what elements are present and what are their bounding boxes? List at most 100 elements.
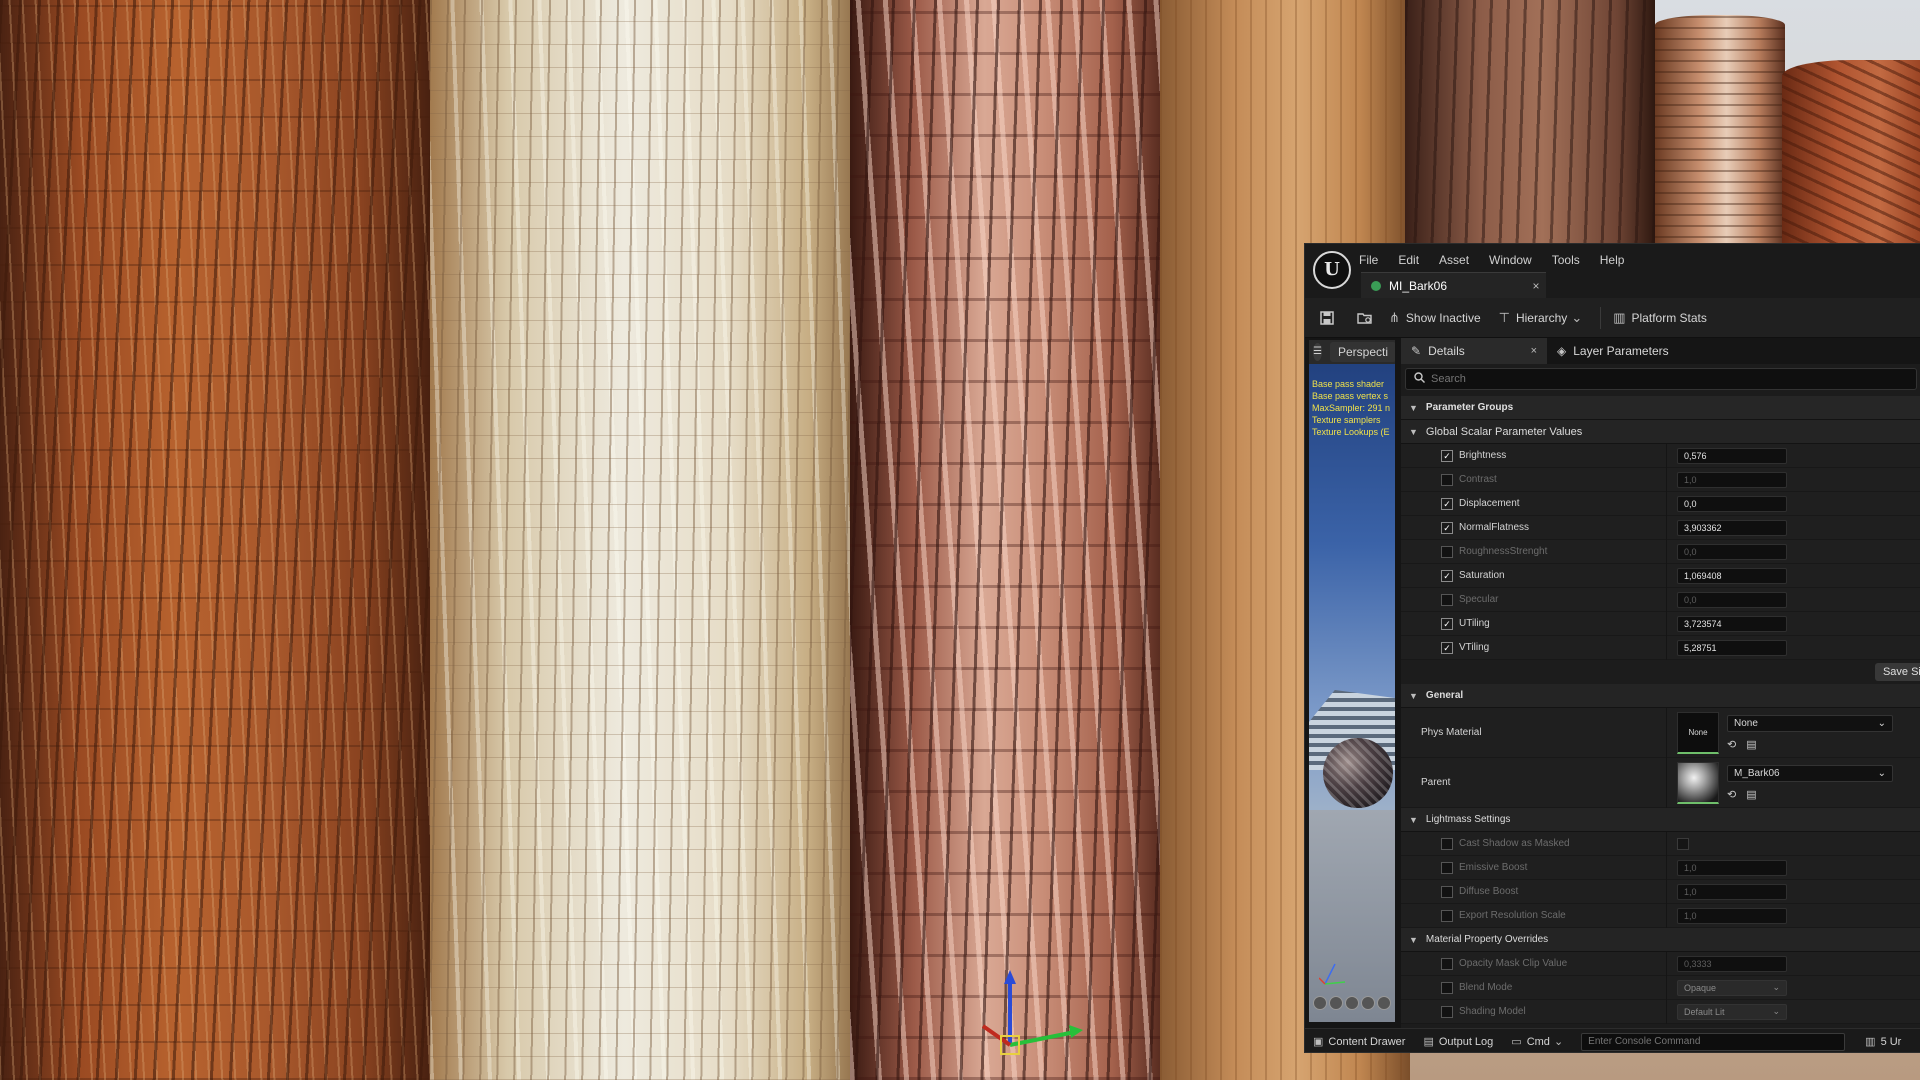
cmd-dropdown[interactable]: ▭ Cmd ⌄ (1511, 1035, 1563, 1049)
param-value-field[interactable]: 1,0 (1677, 883, 1787, 900)
override-checkbox[interactable] (1441, 957, 1453, 970)
tab-layer-parameters[interactable]: ◈ Layer Parameters (1547, 338, 1679, 364)
prop-row-blend-mode: Blend Mode Opaque ⌄ (1401, 975, 1920, 1000)
override-checkbox[interactable] (1441, 885, 1453, 898)
perspective-button[interactable]: Perspecti (1329, 342, 1395, 362)
override-checkbox[interactable] (1441, 1005, 1453, 1018)
close-tab-icon[interactable]: × (1526, 279, 1546, 293)
preview-shape-buttons (1313, 994, 1393, 1012)
param-row-brightness: ✓ Brightness 0,576 (1401, 443, 1920, 468)
material-instance-icon (1371, 280, 1381, 291)
mesh-preview-icon[interactable] (1377, 996, 1391, 1010)
param-value-field[interactable]: 1,0 (1677, 471, 1787, 488)
menu-window[interactable]: Window (1489, 253, 1532, 267)
content-drawer-button[interactable]: ▣ Content Drawer (1313, 1035, 1405, 1049)
phys-material-picker[interactable]: None ⌄ (1727, 714, 1893, 732)
menu-tools[interactable]: Tools (1552, 253, 1580, 267)
phys-material-thumbnail[interactable]: None (1677, 711, 1719, 754)
param-value-field[interactable]: 0,0 (1677, 591, 1787, 608)
hierarchy-dropdown[interactable]: ⊤ Hierarchy ⌄ (1499, 310, 1583, 326)
override-checkbox[interactable] (1441, 981, 1453, 994)
parent-material-thumbnail[interactable] (1677, 761, 1719, 804)
viewport-options-bar: ☰ Perspecti (1309, 340, 1395, 364)
menu-edit[interactable]: Edit (1398, 253, 1419, 267)
param-value-field[interactable]: 1,069408 (1677, 567, 1787, 584)
override-checkbox[interactable]: ✓ (1441, 617, 1453, 630)
stats-line: Base pass shader (1312, 379, 1385, 389)
section-parameter-groups[interactable]: ▼ Parameter Groups (1401, 396, 1920, 420)
param-value-field[interactable]: 1,0 (1677, 859, 1787, 876)
override-checkbox[interactable]: ✓ (1441, 449, 1453, 462)
sphere-preview-icon[interactable] (1329, 996, 1343, 1010)
param-value-field[interactable]: 0,0 (1677, 495, 1787, 512)
save-icon[interactable] (1313, 304, 1341, 332)
search-input[interactable] (1431, 373, 1851, 385)
param-label: UTiling (1459, 618, 1490, 629)
unreal-logo-icon[interactable]: U (1313, 251, 1351, 289)
chevron-down-icon: ⌄ (1772, 982, 1780, 992)
blend-mode-dropdown[interactable]: Opaque ⌄ (1677, 979, 1787, 996)
material-instance-editor[interactable]: U File Edit Asset Window Tools Help MI_B… (1304, 243, 1920, 1053)
section-general[interactable]: ▼ General (1401, 684, 1920, 708)
param-value-field[interactable]: 3,723574 (1677, 615, 1787, 632)
param-value-field[interactable]: 1,0 (1677, 907, 1787, 924)
param-value-field[interactable]: 0,0 (1677, 543, 1787, 560)
cube-preview-icon[interactable] (1361, 996, 1375, 1010)
details-search (1405, 368, 1917, 390)
prop-row-cast-shadow: Cast Shadow as Masked (1401, 831, 1920, 856)
platform-stats-button[interactable]: ▥ Platform Stats (1613, 310, 1707, 326)
transform-gizmo[interactable] (975, 970, 1085, 1080)
shading-model-dropdown[interactable]: Default Lit ⌄ (1677, 1003, 1787, 1020)
section-global-scalar[interactable]: ▼ Global Scalar Parameter Values (1401, 420, 1920, 444)
tab-details[interactable]: ✎ Details × (1401, 338, 1547, 364)
parent-material-picker[interactable]: M_Bark06 ⌄ (1727, 764, 1893, 782)
bark-trunk-3 (850, 0, 1170, 1080)
search-icon (1414, 372, 1425, 386)
prop-row-diffuse-boost: Diffuse Boost 1,0 (1401, 879, 1920, 904)
browse-folder-icon[interactable]: ▤ (1746, 788, 1756, 801)
stats-line: MaxSampler: 291 n (1312, 403, 1391, 413)
override-checkbox[interactable] (1441, 593, 1453, 606)
section-material-overrides[interactable]: ▼ Material Property Overrides (1401, 928, 1920, 952)
menu-asset[interactable]: Asset (1439, 253, 1469, 267)
section-title: Lightmass Settings (1425, 814, 1511, 825)
browse-folder-icon[interactable] (1351, 304, 1379, 332)
section-lightmass[interactable]: ▼ Lightmass Settings (1401, 808, 1920, 832)
param-value-field[interactable]: 5,28751 (1677, 639, 1787, 656)
param-row-displacement: ✓ Displacement 0,0 (1401, 491, 1920, 516)
save-sibling-button[interactable]: Save Sib (1874, 663, 1920, 681)
cylinder-preview-icon[interactable] (1313, 996, 1327, 1010)
output-log-button[interactable]: ▤ Output Log (1423, 1035, 1493, 1049)
close-icon[interactable]: × (1531, 345, 1537, 357)
param-value-field[interactable]: 0,3333 (1677, 955, 1787, 972)
browse-folder-icon[interactable]: ▤ (1746, 738, 1756, 751)
override-checkbox[interactable]: ✓ (1441, 497, 1453, 510)
override-checkbox[interactable] (1441, 473, 1453, 486)
override-checkbox[interactable]: ✓ (1441, 521, 1453, 534)
document-tab[interactable]: MI_Bark06 × (1361, 272, 1546, 298)
use-selected-icon[interactable]: ⟲ (1727, 788, 1736, 801)
tab-details-label: Details (1428, 344, 1465, 358)
override-checkbox[interactable] (1441, 545, 1453, 558)
param-value-field[interactable]: 3,903362 (1677, 519, 1787, 536)
unsaved-button[interactable]: ▥ 5 Ur (1865, 1035, 1901, 1049)
menu-file[interactable]: File (1359, 253, 1378, 267)
console-command-input[interactable] (1581, 1032, 1846, 1051)
status-bar: ▣ Content Drawer ▤ Output Log ▭ Cmd ⌄ ▥ … (1305, 1028, 1920, 1052)
param-label: Contrast (1459, 474, 1497, 485)
bark-trunk-6 (1655, 15, 1785, 260)
override-checkbox[interactable]: ✓ (1441, 569, 1453, 582)
value-checkbox[interactable] (1677, 837, 1689, 850)
override-checkbox[interactable] (1441, 837, 1453, 850)
use-selected-icon[interactable]: ⟲ (1727, 738, 1736, 751)
material-preview-viewport[interactable]: ☰ Perspecti Base pass shader Base pass v… (1309, 340, 1395, 1022)
param-value-field[interactable]: 0,576 (1677, 447, 1787, 464)
plane-preview-icon[interactable] (1345, 996, 1359, 1010)
section-title: General (1425, 690, 1464, 701)
override-checkbox[interactable]: ✓ (1441, 641, 1453, 654)
override-checkbox[interactable] (1441, 909, 1453, 922)
menu-help[interactable]: Help (1600, 253, 1625, 267)
show-inactive-button[interactable]: ⋔ Show Inactive (1389, 310, 1481, 326)
hamburger-menu-icon[interactable]: ☰ (1313, 343, 1322, 361)
override-checkbox[interactable] (1441, 861, 1453, 874)
